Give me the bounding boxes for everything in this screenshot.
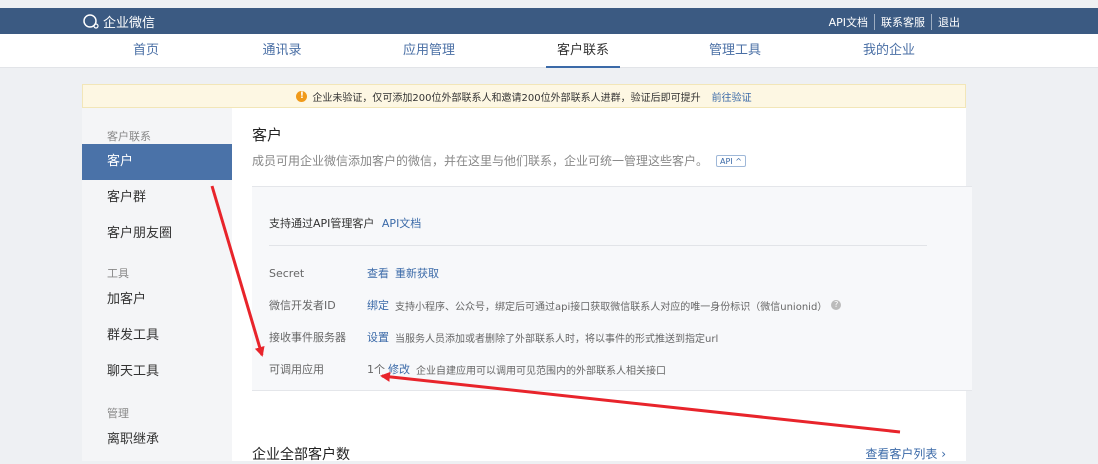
row-label: 可调用应用 (269, 363, 324, 376)
sidebar-group-title: 管理 (107, 407, 129, 420)
logout-link[interactable]: 退出 (931, 14, 966, 30)
event-server-row: 接收事件服务器 设置 当服务人员添加或者删除了外部联系人时，将以事件的形式推送到… (269, 329, 718, 345)
callable-apps-row: 可调用应用 1个 修改 企业自建应用可以调用可见范围内的外部联系人相关接口 (269, 361, 666, 377)
sidebar-item-add-customer[interactable]: 加客户 (82, 282, 232, 318)
nav-my-enterprise[interactable]: 我的企业 (852, 34, 926, 68)
main-panel: 客户 成员可用企业微信添加客户的微信，并在这里与他们联系，企业可统一管理这些客户… (232, 108, 972, 463)
secret-row: Secret 查看 重新获取 (269, 265, 445, 281)
row-description: 支持小程序、公众号，绑定后可通过api接口获取微信联系人对应的唯一身份标识（微信… (395, 301, 828, 313)
content-card: ! 企业未验证，仅可添加200位外部联系人和邀请200位外部联系人进群，验证后即… (82, 84, 972, 463)
api-docs-link[interactable]: API文档 (823, 14, 874, 30)
nav-customer-contact[interactable]: 客户联系 (546, 34, 620, 68)
regenerate-secret-link[interactable]: 重新获取 (395, 265, 439, 281)
api-heading: 支持通过API管理客户 API文档 (269, 215, 421, 231)
sidebar-item-chat-tools[interactable]: 聊天工具 (82, 354, 232, 390)
page-description: 成员可用企业微信添加客户的微信，并在这里与他们联系，企业可统一管理这些客户。 A… (252, 152, 746, 169)
notice-text: 企业未验证，仅可添加200位外部联系人和邀请200位外部联系人进群，验证后即可提… (312, 92, 701, 104)
sidebar-item-customers[interactable]: 客户 (82, 144, 232, 180)
contact-support-link[interactable]: 联系客服 (874, 14, 931, 30)
sidebar-group-title: 工具 (107, 267, 129, 280)
view-secret-link[interactable]: 查看 (367, 265, 389, 281)
logo[interactable]: 企业微信 (82, 12, 155, 31)
main-nav: 首页 通讯录 应用管理 客户联系 管理工具 我的企业 (0, 34, 1098, 68)
top-links: API文档 联系客服 退出 (823, 14, 966, 30)
nav-management-tools[interactable]: 管理工具 (698, 34, 772, 68)
settings-link[interactable]: 设置 (367, 329, 389, 345)
sidebar-item-moments[interactable]: 客户朋友圈 (82, 216, 232, 252)
api-heading-text: 支持通过API管理客户 (269, 217, 375, 230)
view-customer-list-link[interactable]: 查看客户列表 › (865, 445, 946, 462)
nav-contacts[interactable]: 通讯录 (245, 34, 319, 68)
help-icon[interactable]: ? (831, 300, 842, 310)
sidebar-item-resigned-inheritance[interactable]: 离职继承 (82, 422, 232, 458)
page-title: 客户 (252, 126, 283, 144)
sidebar-item-customer-groups[interactable]: 客户群 (82, 180, 232, 216)
verification-notice: ! 企业未验证，仅可添加200位外部联系人和邀请200位外部联系人进群，验证后即… (82, 84, 966, 108)
go-verify-link[interactable]: 前往验证 (712, 89, 752, 104)
api-toggle-tag[interactable]: API ^ (716, 154, 746, 167)
chat-bubble-icon (82, 13, 100, 30)
row-label: Secret (269, 266, 305, 280)
logo-text: 企业微信 (103, 16, 156, 31)
sidebar: 客户联系 客户 客户群 客户朋友圈 工具 加客户 群发工具 聊天工具 管理 离职… (82, 108, 232, 461)
row-label: 微信开发者ID (269, 299, 336, 312)
top-bar: 企业微信 API文档 联系客服 退出 (0, 8, 1098, 34)
divider (269, 245, 927, 246)
description-text: 成员可用企业微信添加客户的微信，并在这里与他们联系，企业可统一管理这些客户。 (252, 154, 709, 168)
api-settings-box: 支持通过API管理客户 API文档 Secret 查看 重新获取 微信开发者ID… (252, 186, 972, 391)
warning-icon: ! (296, 90, 308, 102)
sidebar-group-title: 客户联系 (107, 130, 151, 143)
row-label: 接收事件服务器 (269, 331, 346, 344)
modify-link[interactable]: 修改 (388, 361, 410, 377)
sidebar-item-mass-send[interactable]: 群发工具 (82, 318, 232, 354)
nav-app-management[interactable]: 应用管理 (392, 34, 466, 68)
developer-id-row: 微信开发者ID 绑定 支持小程序、公众号，绑定后可通过api接口获取微信联系人对… (269, 297, 842, 313)
api-docs-link[interactable]: API文档 (382, 217, 421, 230)
total-customers-title: 企业全部客户数 (252, 447, 350, 463)
nav-home[interactable]: 首页 (109, 34, 183, 68)
row-description: 企业自建应用可以调用可见范围内的外部联系人相关接口 (416, 365, 666, 377)
bind-link[interactable]: 绑定 (367, 297, 389, 313)
row-description: 当服务人员添加或者删除了外部联系人时，将以事件的形式推送到指定url (395, 333, 719, 345)
app-count: 1个 (367, 363, 385, 376)
